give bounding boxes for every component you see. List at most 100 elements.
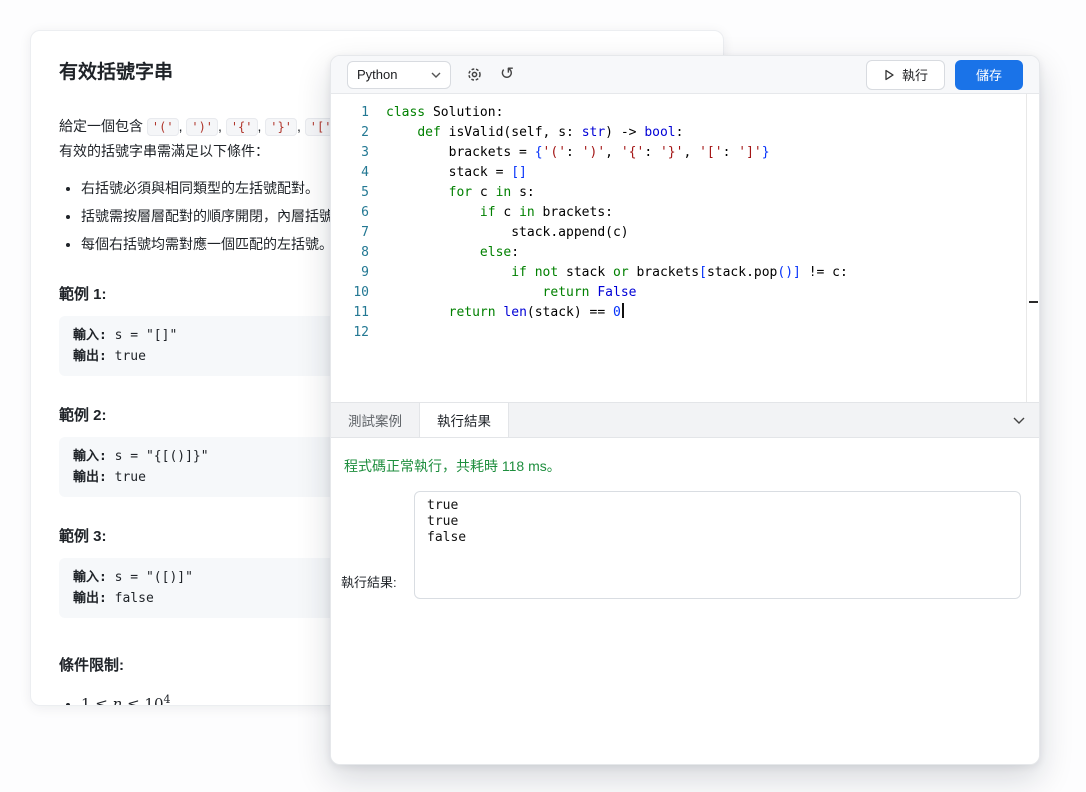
output-row: 執行結果: true true false	[341, 491, 1021, 599]
bracket-chip: '}'	[265, 118, 297, 136]
code-line[interactable]: brackets = {'(': ')', '{': '}', '[': ']'…	[386, 143, 1039, 163]
code-token: [	[699, 265, 707, 280]
code-token	[386, 185, 449, 200]
math-pre: 1 ≤	[81, 695, 113, 706]
play-icon	[883, 69, 895, 81]
bracket-chip: ')'	[186, 118, 218, 136]
line-number: 6	[331, 203, 369, 223]
tab-results[interactable]: 執行結果	[419, 403, 509, 437]
code-token	[386, 265, 511, 280]
code-line[interactable]: else:	[386, 243, 1039, 263]
code-token: :	[644, 145, 660, 160]
output-line: true	[427, 514, 1008, 530]
language-selector[interactable]: Python	[347, 61, 451, 89]
code-token	[386, 245, 480, 260]
input-value: s = "[]"	[115, 328, 178, 343]
intro-prefix-text: 給定一個包含	[59, 118, 147, 134]
overview-cursor-mark	[1029, 301, 1038, 303]
code-token: len	[503, 305, 526, 320]
output-value: true	[115, 349, 146, 364]
tab-testcases[interactable]: 測試案例	[331, 403, 419, 437]
input-value: s = "{[()]}"	[115, 449, 209, 464]
output-line: true	[427, 498, 1008, 514]
line-number: 12	[331, 323, 369, 343]
code-editor-modal: Python ↺ 執行 儲存 123456789101112 class Sol…	[330, 55, 1040, 765]
code-token: :	[511, 245, 519, 260]
output-label: 輸出:	[73, 470, 107, 485]
code-token: }	[762, 145, 770, 160]
line-number: 4	[331, 163, 369, 183]
chip-separator: ,	[297, 118, 305, 134]
code-token: else	[480, 245, 511, 260]
save-button[interactable]: 儲存	[955, 60, 1023, 90]
code-token: '['	[699, 145, 722, 160]
collapse-panel-button[interactable]	[999, 403, 1039, 437]
code-token: ]	[793, 265, 801, 280]
code-line[interactable]: class Solution:	[386, 103, 1039, 123]
code-token	[386, 285, 543, 300]
math-expression: 1 ≤ n ≤ 104	[81, 695, 171, 706]
code-token: ')'	[582, 145, 605, 160]
code-token	[527, 265, 535, 280]
code-token: str	[582, 125, 605, 140]
output-box: true true false	[414, 491, 1021, 599]
code-token: stack.pop	[707, 265, 777, 280]
line-number: 1	[331, 103, 369, 123]
code-token	[386, 125, 417, 140]
code-token: {	[535, 145, 543, 160]
code-token	[386, 305, 449, 320]
output-value: false	[115, 591, 154, 606]
editor-scrollbar[interactable]	[1026, 94, 1039, 402]
code-token: brackets:	[535, 205, 613, 220]
code-lines[interactable]: class Solution: def isValid(self, s: str…	[369, 94, 1039, 402]
line-number: 8	[331, 243, 369, 263]
code-line[interactable]: return False	[386, 283, 1039, 303]
editor-toolbar: Python ↺ 執行 儲存	[331, 56, 1039, 94]
output-line: false	[427, 530, 1008, 546]
code-token: False	[597, 285, 636, 300]
code-line[interactable]: def isValid(self, s: str) -> bool:	[386, 123, 1039, 143]
code-token: (stack) ==	[527, 305, 613, 320]
code-line[interactable]: return len(stack) == 0	[386, 303, 1039, 323]
line-numbers: 123456789101112	[331, 94, 369, 402]
code-token: :	[676, 125, 684, 140]
code-line[interactable]: stack.append(c)	[386, 223, 1039, 243]
code-token: if	[511, 265, 527, 280]
input-label: 輸入:	[73, 570, 107, 585]
code-token: bool	[644, 125, 675, 140]
output-value: true	[115, 470, 146, 485]
math-var: n	[113, 695, 123, 706]
code-token: ']'	[738, 145, 761, 160]
code-line[interactable]: for c in s:	[386, 183, 1039, 203]
line-number: 7	[331, 223, 369, 243]
input-value: s = "([)]"	[115, 570, 193, 585]
math-mid: ≤ 10	[122, 695, 163, 706]
text-cursor	[622, 303, 624, 318]
run-button[interactable]: 執行	[866, 60, 945, 90]
chevron-down-icon	[1013, 417, 1025, 424]
chip-separator: ,	[218, 118, 226, 134]
code-line[interactable]: if c in brackets:	[386, 203, 1039, 223]
code-token: class	[386, 105, 425, 120]
code-token: brackets	[629, 265, 699, 280]
code-token: '('	[543, 145, 566, 160]
bottom-tabbar: 測試案例 執行結果	[331, 402, 1039, 438]
code-token: Solution:	[425, 105, 503, 120]
settings-button[interactable]	[464, 64, 485, 85]
code-token: return	[543, 285, 590, 300]
code-line[interactable]: stack = []	[386, 163, 1039, 183]
reset-code-button[interactable]: ↺	[498, 64, 516, 85]
code-token: != c:	[801, 265, 848, 280]
line-number: 11	[331, 303, 369, 323]
code-editor[interactable]: 123456789101112 class Solution: def isVa…	[331, 94, 1039, 402]
bracket-chip: '{'	[226, 118, 258, 136]
code-line[interactable]	[386, 323, 1039, 343]
gear-icon	[466, 66, 483, 83]
code-line[interactable]: if not stack or brackets[stack.pop()] !=…	[386, 263, 1039, 283]
code-token: ) ->	[605, 125, 644, 140]
code-token: s:	[511, 185, 534, 200]
code-token: '}'	[660, 145, 683, 160]
line-number: 10	[331, 283, 369, 303]
output-label: 輸出:	[73, 591, 107, 606]
code-token	[386, 205, 480, 220]
